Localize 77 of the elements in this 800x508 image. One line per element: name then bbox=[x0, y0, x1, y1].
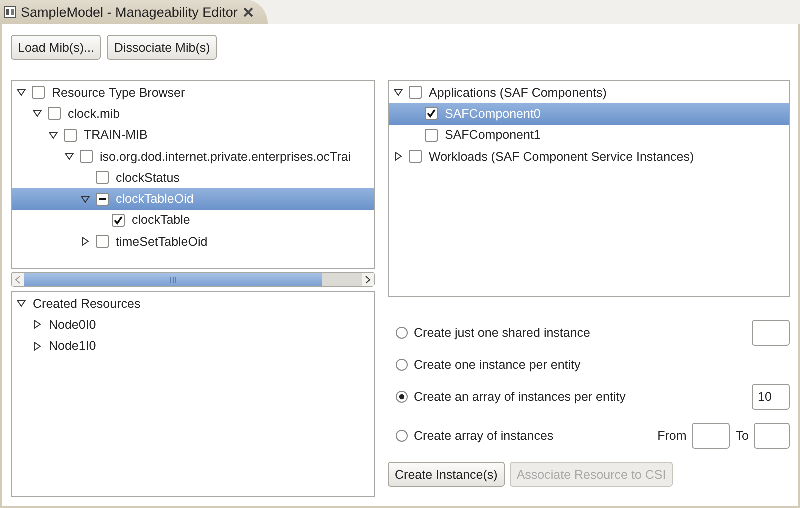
expand-arrow-icon[interactable] bbox=[33, 342, 42, 351]
checkbox[interactable] bbox=[425, 128, 438, 142]
input-field[interactable] bbox=[754, 423, 790, 449]
radio-button[interactable] bbox=[396, 391, 408, 403]
editor-icon bbox=[4, 6, 16, 18]
collapse-arrow-icon[interactable] bbox=[65, 152, 74, 162]
input-field[interactable] bbox=[692, 423, 730, 449]
checkbox[interactable] bbox=[425, 107, 438, 120]
tree-item-label: Workloads (SAF Component Service Instances) bbox=[428, 150, 694, 164]
option-label: Create an array of instances per entity bbox=[414, 390, 627, 404]
scrollbar-thumb[interactable] bbox=[24, 273, 322, 286]
tree-row[interactable]: iso.org.dod.internet.private.enterprises.ocTrai bbox=[12, 146, 374, 168]
input-field[interactable]: 10 bbox=[752, 384, 790, 410]
tree-row[interactable]: Workloads (SAF Component Service Instances) bbox=[389, 146, 789, 168]
button[interactable]: Load Mib(s)... bbox=[11, 35, 102, 60]
tree-row[interactable]: clockStatus bbox=[12, 167, 374, 188]
expand-arrow-icon[interactable] bbox=[81, 237, 90, 246]
tree-row[interactable]: Node0I0 bbox=[12, 314, 374, 336]
tree-row[interactable]: SAFComponent1 bbox=[389, 124, 789, 146]
tree-item-label: Applications (SAF Components) bbox=[428, 86, 607, 100]
checkbox[interactable] bbox=[96, 192, 109, 206]
tree-row[interactable]: Resource Type Browser bbox=[12, 82, 374, 104]
tree-item-label: timeSetTableOid bbox=[115, 234, 208, 249]
field-label: To bbox=[736, 429, 749, 443]
tree-row[interactable]: timeSetTableOid bbox=[12, 231, 374, 252]
tree-item-label: SAFComponent0 bbox=[444, 106, 541, 121]
collapse-arrow-icon[interactable] bbox=[394, 88, 403, 98]
field-label: From bbox=[658, 429, 687, 443]
collapse-arrow-icon[interactable] bbox=[17, 299, 26, 308]
expand-arrow-icon[interactable] bbox=[33, 320, 42, 330]
expand-arrow-icon[interactable] bbox=[394, 152, 403, 162]
checkbox[interactable] bbox=[48, 107, 61, 120]
checkbox[interactable] bbox=[409, 150, 422, 164]
tab-title: SampleModel - Manageability Editor bbox=[21, 4, 238, 20]
scroll-right-icon[interactable] bbox=[365, 276, 371, 284]
tree-row[interactable]: Applications (SAF Components) bbox=[389, 82, 789, 104]
radio-button[interactable] bbox=[396, 327, 408, 339]
tree-item-label: TRAIN-MIB bbox=[83, 128, 148, 142]
collapse-arrow-icon[interactable] bbox=[49, 130, 58, 140]
input-field[interactable] bbox=[752, 320, 790, 346]
checkbox[interactable] bbox=[64, 128, 77, 142]
option-label: Create one instance per entity bbox=[414, 358, 582, 372]
button[interactable]: Create Instance(s) bbox=[388, 462, 505, 487]
horizontal-scrollbar[interactable] bbox=[11, 272, 375, 287]
tree-item-label: clock.mib bbox=[67, 106, 120, 121]
checkbox[interactable] bbox=[32, 86, 45, 100]
tree-item-label: Resource Type Browser bbox=[51, 86, 186, 100]
tree-row[interactable]: clockTable bbox=[12, 210, 374, 232]
checkbox[interactable] bbox=[80, 150, 93, 164]
checkbox[interactable] bbox=[112, 214, 125, 227]
tree-row[interactable]: Created Resources bbox=[12, 293, 374, 314]
tree-item-label: SAFComponent1 bbox=[444, 128, 541, 142]
editor-tab[interactable]: SampleModel - Manageability Editor bbox=[0, 0, 268, 24]
collapse-arrow-icon[interactable] bbox=[17, 88, 26, 98]
grip-icon bbox=[170, 276, 176, 282]
radio-button[interactable] bbox=[396, 430, 408, 442]
tree-item-label: clockTable bbox=[131, 213, 190, 228]
tree-item-label: Node0I0 bbox=[48, 318, 96, 332]
collapse-arrow-icon[interactable] bbox=[81, 194, 90, 204]
checkbox[interactable] bbox=[409, 86, 422, 100]
tree-row[interactable]: clock.mib bbox=[12, 103, 374, 125]
option-label: Create just one shared instance bbox=[414, 326, 592, 340]
close-icon[interactable] bbox=[242, 6, 254, 18]
tree-row[interactable]: TRAIN-MIB bbox=[12, 124, 374, 146]
tree-item-label: Created Resources bbox=[32, 296, 141, 311]
tree-row[interactable]: Node1I0 bbox=[12, 336, 374, 357]
tree-item-label: Node1I0 bbox=[48, 339, 96, 354]
collapse-arrow-icon[interactable] bbox=[33, 109, 42, 118]
tree-item-label: iso.org.dod.internet.private.enterprises.ocTrai bbox=[99, 150, 352, 164]
radio-button[interactable] bbox=[396, 359, 408, 371]
scroll-left-icon[interactable] bbox=[15, 276, 21, 284]
tree-item-label: clockStatus bbox=[115, 170, 180, 185]
tree-item-label: clockTableOid bbox=[115, 192, 194, 206]
button[interactable]: Dissociate Mib(s) bbox=[107, 35, 218, 60]
option-label: Create array of instances bbox=[414, 429, 555, 443]
checkbox[interactable] bbox=[96, 171, 109, 184]
checkbox[interactable] bbox=[96, 235, 109, 248]
